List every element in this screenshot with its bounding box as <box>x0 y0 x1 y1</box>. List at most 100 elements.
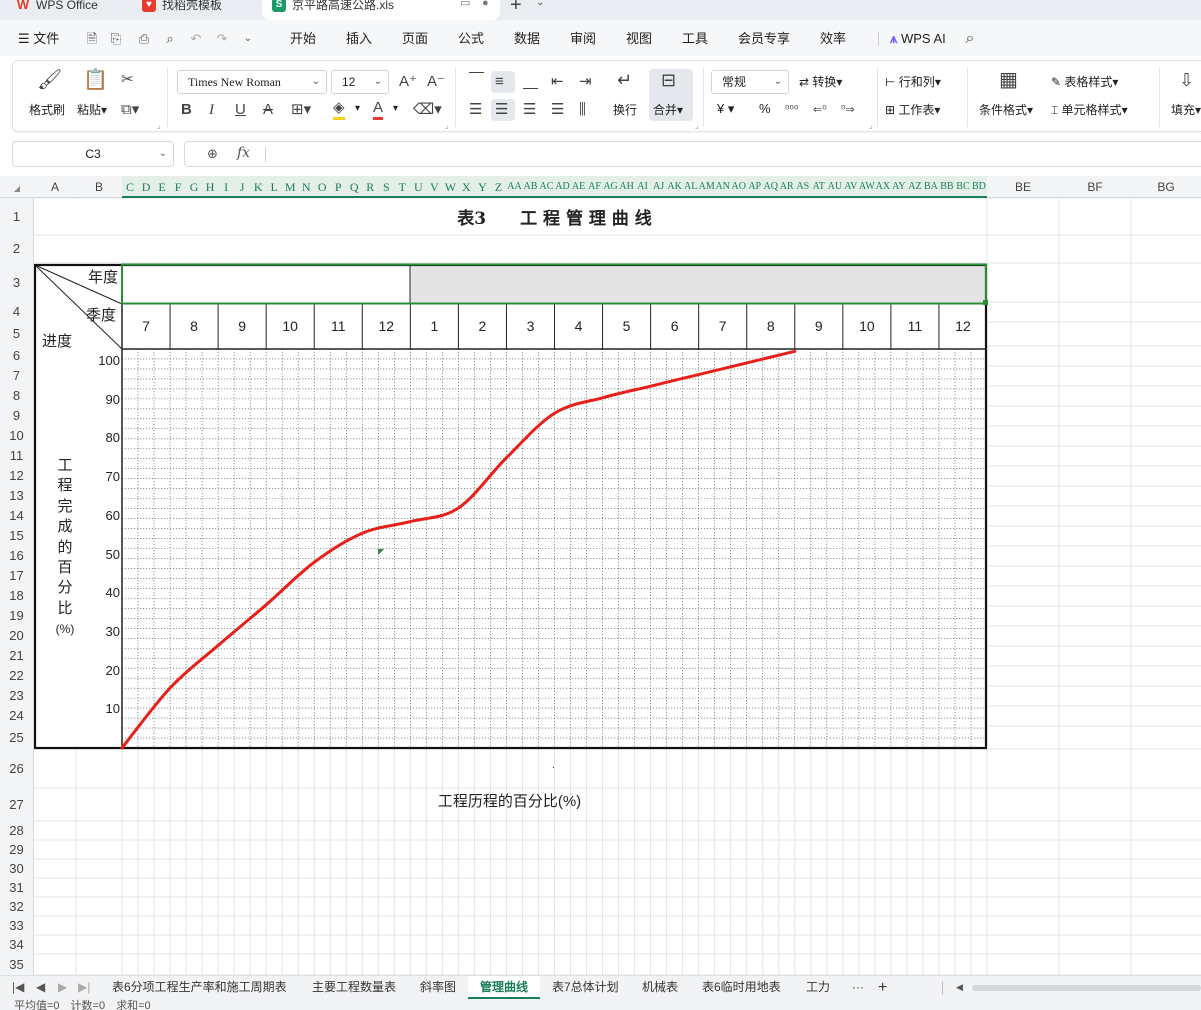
print-preview-icon[interactable]: ⌕ <box>162 31 178 47</box>
number-format-select[interactable]: 常规 ⌄ <box>711 70 789 94</box>
group-expander-icon[interactable]: ⌟ <box>869 121 873 130</box>
zoom-formula-icon[interactable]: ⊕ <box>207 146 218 162</box>
align-center-icon[interactable]: ☰ <box>495 101 508 119</box>
column-header-B[interactable]: B <box>76 176 122 198</box>
fill-color-icon[interactable]: ◈ <box>333 99 345 120</box>
column-header-range[interactable]: C D E F G H I J K L M N O P Q R S T U V W X Y Z AA AB AC AD AE AF AG AH… <box>122 176 987 198</box>
merge-cells-button[interactable]: 合并▾ <box>653 101 683 118</box>
cell-style-button[interactable]: ⌶ 单元格样式▾ <box>1051 101 1128 118</box>
column-header-BE[interactable]: BE <box>987 176 1059 198</box>
menu-tab-insert[interactable]: 插入 <box>346 20 372 56</box>
font-size-select[interactable]: 12 ⌄ <box>331 70 389 94</box>
justify-icon[interactable]: ☰ <box>551 101 564 119</box>
decrease-font-icon[interactable]: A⁻ <box>427 73 445 91</box>
save-icon[interactable]: 🗎 <box>84 31 100 47</box>
percent-button[interactable]: % <box>759 101 771 116</box>
sheet-tab-machinery[interactable]: 机械表 <box>634 976 686 999</box>
italic-icon[interactable]: I <box>209 101 214 119</box>
menu-tab-home[interactable]: 开始 <box>290 20 316 56</box>
window-mode-icon[interactable]: ▭ <box>460 0 470 9</box>
wrap-text-button[interactable]: 换行 <box>613 101 637 118</box>
select-all-corner[interactable]: ◢ <box>0 176 34 198</box>
next-sheet-icon[interactable]: ▶ <box>58 976 67 999</box>
sheet-tab-master-plan[interactable]: 表7总体计划 <box>544 976 627 999</box>
search-icon[interactable]: ⌕ <box>962 31 978 47</box>
wps-ai-button[interactable]: ⩚ WPS AI <box>890 20 946 56</box>
conditional-format-button[interactable]: 条件格式▾ <box>979 101 1033 118</box>
distributed-align-icon[interactable]: ⫼ <box>579 101 586 119</box>
bold-icon[interactable]: B <box>181 101 192 119</box>
column-header-BG[interactable]: BG <box>1131 176 1201 198</box>
convert-button[interactable]: ⇄ 转换▾ <box>799 73 842 90</box>
font-color-icon[interactable]: A <box>373 99 384 120</box>
menu-tab-page[interactable]: 页面 <box>402 20 428 56</box>
sheet-tab-temporary-land[interactable]: 表6临时用地表 <box>694 976 789 999</box>
table-style-button[interactable]: ✎ 表格样式▾ <box>1051 73 1118 90</box>
last-sheet-icon[interactable]: ▶| <box>78 976 90 999</box>
group-expander-icon[interactable]: ⌟ <box>695 121 699 130</box>
align-middle-icon[interactable]: ≡ <box>495 73 504 91</box>
group-expander-icon[interactable]: ⌟ <box>157 121 161 130</box>
increase-indent-icon[interactable]: ⇥ <box>579 73 592 91</box>
font-name-select[interactable]: Times New Roman ⌄ <box>177 70 327 94</box>
spreadsheet-grid[interactable]: ◢ A B C D E F G H I J K L M N O P Q R S T U V W X Y Z AA AB AC AD AE… <box>0 176 1201 975</box>
group-expander-icon[interactable]: ⌟ <box>445 121 449 130</box>
increase-font-icon[interactable]: A⁺ <box>399 73 417 91</box>
menu-tab-data[interactable]: 数据 <box>514 20 540 56</box>
increase-decimal-icon[interactable]: ⇐⁰ <box>813 101 827 119</box>
format-painter-button[interactable]: 格式刷 <box>29 101 65 118</box>
row-column-button[interactable]: ⊢ 行和列▾ <box>885 73 941 90</box>
align-bottom-icon[interactable]: ⎽ <box>523 73 538 91</box>
name-box[interactable]: C3 ⌄ <box>12 141 174 167</box>
tab-close-dot-icon[interactable]: ● <box>482 0 489 9</box>
sheet-tab-quantities[interactable]: 主要工程数量表 <box>304 976 404 999</box>
menu-tab-efficiency[interactable]: 效率 <box>820 20 846 56</box>
function-icon[interactable]: fx <box>237 145 250 161</box>
chevron-down-icon[interactable]: ▾ <box>393 103 398 114</box>
paste-button[interactable]: 粘贴▾ <box>77 101 107 118</box>
sheet-tab-labor[interactable]: 工力 <box>798 976 838 999</box>
decrease-decimal-icon[interactable]: ⁰⇒ <box>841 101 855 119</box>
align-top-icon[interactable]: ⎺ <box>469 71 484 89</box>
add-sheet-button[interactable]: + <box>874 976 891 999</box>
strikethrough-icon[interactable]: A <box>263 101 273 119</box>
quick-access-more-icon[interactable]: ⌄ <box>240 31 256 47</box>
cut-icon[interactable]: ✂ <box>121 71 134 89</box>
sheet-tab-productivity[interactable]: 表6分项工程生产率和施工周期表 <box>104 976 295 999</box>
tab-spreadsheet-file[interactable]: S 京平路高速公路.xls ▭ ● <box>262 0 500 20</box>
menu-tab-review[interactable]: 审阅 <box>570 20 596 56</box>
sheet-tab-slope-chart[interactable]: 斜率图 <box>412 976 464 999</box>
decrease-indent-icon[interactable]: ⇤ <box>551 73 564 91</box>
undo-icon[interactable]: ↶ <box>188 31 204 47</box>
menu-tab-member[interactable]: 会员专享 <box>738 20 790 56</box>
tab-docer-templates[interactable]: ♥ 找稻壳模板 <box>126 0 258 20</box>
redo-icon[interactable]: ↷ <box>214 31 230 47</box>
column-header-BF[interactable]: BF <box>1059 176 1131 198</box>
border-icon[interactable]: ⊞▾ <box>291 101 311 119</box>
worksheet-button[interactable]: ⊞ 工作表▾ <box>885 101 940 118</box>
first-sheet-icon[interactable]: |◀ <box>12 976 24 999</box>
file-menu[interactable]: ☰ 文件 <box>18 20 59 56</box>
underline-icon[interactable]: U <box>235 101 246 119</box>
sheet-tab-management-curve[interactable]: 管理曲线 <box>468 976 541 999</box>
horizontal-scrollbar[interactable] <box>972 985 1201 991</box>
share-icon[interactable]: ⎘ <box>108 31 124 47</box>
thousands-separator-icon[interactable]: ⁰⁰⁰ <box>785 101 798 119</box>
scroll-left-icon[interactable]: ◀ <box>956 976 963 999</box>
tab-list-chevron-icon[interactable]: ⌄ <box>536 0 544 8</box>
tab-wps-office[interactable]: W WPS Office <box>0 0 122 20</box>
print-icon[interactable]: ⎙ <box>136 31 152 47</box>
column-header-A[interactable]: A <box>34 176 76 198</box>
prev-sheet-icon[interactable]: ◀ <box>36 976 45 999</box>
copy-icon[interactable]: ⧉▾ <box>121 101 139 119</box>
currency-button[interactable]: ¥ ▾ <box>717 101 734 117</box>
new-tab-plus-icon[interactable]: + <box>510 0 522 17</box>
menu-tab-tools[interactable]: 工具 <box>682 20 708 56</box>
align-right-icon[interactable]: ☰ <box>523 101 536 119</box>
align-left-icon[interactable]: ☰ <box>469 101 482 119</box>
chevron-down-icon[interactable]: ▾ <box>355 103 360 114</box>
clear-format-icon[interactable]: ⌫▾ <box>413 101 442 119</box>
more-sheets-button[interactable]: ··· <box>846 976 870 999</box>
menu-tab-formula[interactable]: 公式 <box>458 20 484 56</box>
menu-tab-view[interactable]: 视图 <box>626 20 652 56</box>
